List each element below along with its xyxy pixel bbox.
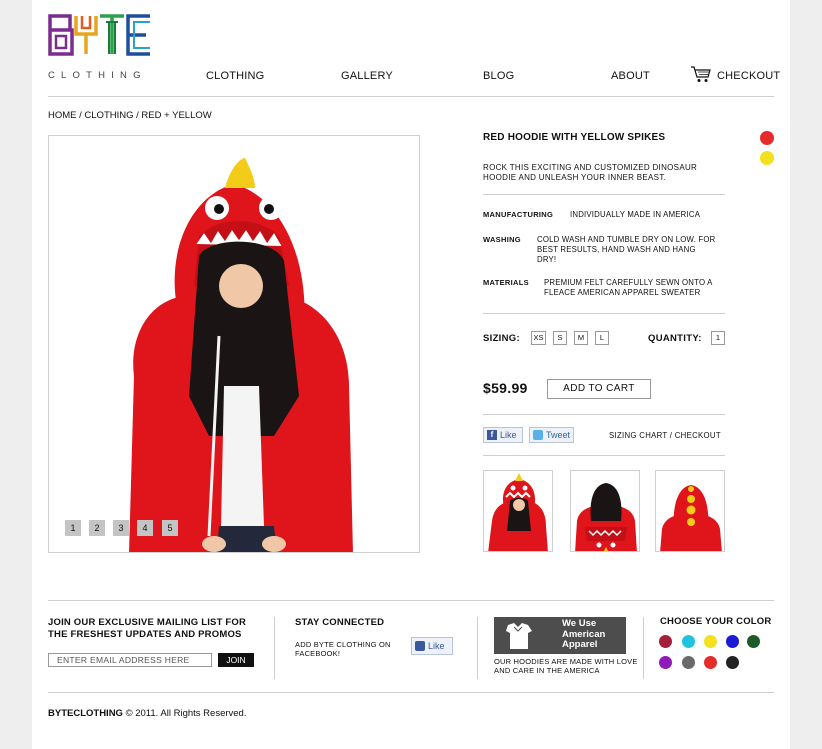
thumbs-up-icon	[415, 641, 425, 651]
footer-separator	[274, 617, 275, 679]
copyright: BYTECLOTHING © 2011. All Rights Reserved…	[48, 708, 246, 719]
sizing-label: SIZING:	[483, 333, 520, 344]
footer-color-yellow[interactable]	[704, 635, 717, 648]
thumb-back-illustration	[575, 483, 637, 551]
spec-manufacturing-label: MANUFACTURING	[483, 210, 554, 219]
footer-color-crimson[interactable]	[659, 635, 672, 648]
spec-washing-value: COLD WASH AND TUMBLE DRY ON LOW. FOR BES…	[537, 235, 716, 264]
size-s[interactable]: S	[553, 331, 567, 345]
footer-color-blue[interactable]	[726, 635, 739, 648]
footer-color-purple[interactable]	[659, 656, 672, 669]
stay-connected-title: STAY CONNECTED	[295, 617, 385, 628]
page: CLOTHING CLOTHING GALLERY BLOG ABOUT CHE…	[32, 0, 790, 749]
footer-color-black[interactable]	[726, 656, 739, 669]
footer-like-label: Like	[428, 641, 445, 651]
cart-icon[interactable]	[690, 65, 712, 88]
header-divider	[48, 96, 774, 97]
tshirt-icon	[506, 623, 532, 649]
thumb-front-illustration	[488, 473, 548, 551]
size-xs[interactable]: XS	[531, 331, 546, 345]
divider	[483, 455, 725, 456]
logo-mark-icon	[48, 14, 150, 56]
american-apparel-caption: OUR HOODIES ARE MADE WITH LOVE AND CARE …	[494, 657, 638, 675]
footer-separator	[477, 617, 478, 679]
spec-manufacturing-value: INDIVIDUALLY MADE IN AMERICA	[570, 210, 701, 219]
divider	[483, 414, 725, 415]
spec-materials-value: PREMIUM FELT CAREFULLY SEWN ONTO A FLEAC…	[544, 278, 713, 297]
footer-color-red[interactable]	[704, 656, 717, 669]
tweet-label: Tweet	[546, 430, 571, 440]
copyright-brand: BYTECLOTHING	[48, 708, 123, 719]
footer-color-green[interactable]	[747, 635, 760, 648]
product-description: ROCK THIS EXCITING AND CUSTOMIZED DINOSA…	[483, 163, 698, 182]
color-option-yellow[interactable]	[760, 151, 774, 165]
product-title: RED HOODIE WITH YELLOW SPIKES	[483, 132, 666, 143]
mailing-list-title: JOIN OUR EXCLUSIVE MAILING LIST FOR THE …	[48, 617, 247, 640]
size-m[interactable]: M	[574, 331, 588, 345]
size-l[interactable]: L	[595, 331, 609, 345]
twitter-icon	[533, 430, 543, 440]
price: $59.99	[483, 380, 528, 396]
sizing-chart-link[interactable]: SIZING CHART / CHECKOUT	[609, 431, 721, 440]
thumbnail-front[interactable]	[483, 470, 553, 552]
thumbnail-back[interactable]	[570, 470, 640, 552]
breadcrumb[interactable]: HOME / CLOTHING / RED + YELLOW	[48, 110, 212, 121]
like-label: Like	[500, 430, 517, 440]
hoodie-model-illustration	[129, 158, 353, 552]
gallery-page-3[interactable]: 3	[113, 520, 129, 536]
gallery-page-2[interactable]: 2	[89, 520, 105, 536]
tweet-button[interactable]: Tweet	[529, 427, 574, 443]
footer-color-cyan[interactable]	[682, 635, 695, 648]
american-apparel-banner[interactable]: We Use American Apparel	[494, 617, 626, 654]
color-option-red[interactable]	[760, 131, 774, 145]
facebook-like-button[interactable]: f Like	[483, 427, 523, 443]
logo-subtitle: CLOTHING	[48, 70, 147, 81]
add-to-cart-button[interactable]: ADD TO CART	[547, 379, 651, 399]
thumbnail-spikes[interactable]	[655, 470, 725, 552]
logo[interactable]: CLOTHING	[48, 14, 152, 82]
spec-materials-label: MATERIALS	[483, 278, 529, 287]
footer-separator	[643, 617, 644, 679]
copyright-text: © 2011. All Rights Reserved.	[122, 708, 247, 719]
nav-checkout[interactable]: CHECKOUT	[717, 70, 780, 82]
gallery-page-1[interactable]: 1	[65, 520, 81, 536]
choose-color-title: CHOOSE YOUR COLOR	[660, 616, 772, 627]
quantity-label: QUANTITY:	[648, 333, 702, 344]
product-main-image[interactable]	[48, 135, 420, 553]
thumb-spikes-illustration	[660, 485, 722, 551]
divider	[483, 313, 725, 314]
nav-clothing[interactable]: CLOTHING	[206, 70, 264, 82]
nav-gallery[interactable]: GALLERY	[341, 70, 393, 82]
join-button[interactable]: JOIN	[218, 653, 254, 667]
stay-connected-text: ADD BYTE CLOTHING ON FACEBOOK!	[295, 640, 391, 658]
gallery-page-4[interactable]: 4	[137, 520, 153, 536]
quantity-input[interactable]: 1	[711, 331, 725, 345]
gallery-page-5[interactable]: 5	[162, 520, 178, 536]
footer-color-gray[interactable]	[682, 656, 695, 669]
email-input[interactable]: ENTER EMAIL ADDRESS HERE	[48, 653, 212, 667]
footer-bottom-divider	[48, 692, 774, 693]
nav-about[interactable]: ABOUT	[611, 70, 650, 82]
facebook-icon: f	[487, 430, 497, 440]
american-apparel-text: We Use American Apparel	[562, 618, 606, 650]
divider	[483, 194, 725, 195]
nav-blog[interactable]: BLOG	[483, 70, 514, 82]
footer-divider	[48, 600, 774, 601]
spec-washing-label: WASHING	[483, 235, 521, 244]
footer-facebook-like-button[interactable]: Like	[411, 637, 453, 655]
